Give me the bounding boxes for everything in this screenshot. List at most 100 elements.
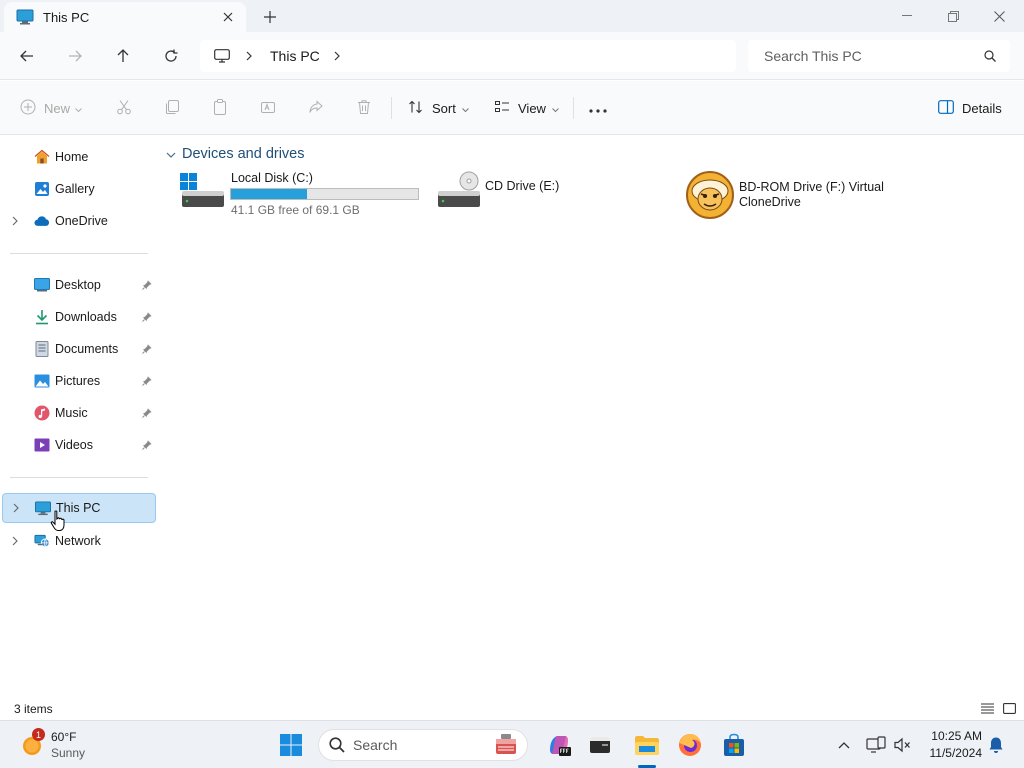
plus-circle-icon xyxy=(20,99,36,118)
sidebar-item-network[interactable]: Network xyxy=(2,526,156,556)
pin-icon[interactable] xyxy=(142,375,154,387)
chevron-right-icon[interactable] xyxy=(12,215,22,227)
cut-button[interactable] xyxy=(116,95,132,121)
local-disk-icon xyxy=(178,171,224,212)
back-button[interactable] xyxy=(13,44,41,68)
share-button[interactable] xyxy=(308,95,324,121)
sidebar-item-home[interactable]: Home xyxy=(2,142,156,172)
sidebar-item-videos[interactable]: Videos xyxy=(2,430,156,460)
more-options-button[interactable] xyxy=(589,95,607,121)
drive-cd-e[interactable]: CD Drive (E:) xyxy=(432,169,632,213)
clonedrive-sheep-icon xyxy=(684,169,736,224)
terminal-icon[interactable] xyxy=(586,731,614,759)
search-icon xyxy=(329,737,345,753)
drive-name-line2: CloneDrive xyxy=(739,195,801,209)
weather-condition[interactable]: Sunny xyxy=(51,746,85,760)
sidebar-item-music[interactable]: Music xyxy=(2,398,156,428)
start-button[interactable] xyxy=(277,731,305,759)
network-status-icon[interactable] xyxy=(866,735,886,755)
toolbar-divider xyxy=(391,97,392,119)
sidebar-item-desktop[interactable]: Desktop xyxy=(2,270,156,300)
close-window-button[interactable] xyxy=(976,0,1022,32)
navigation-pane: Home Gallery OneDrive Desktop Downloads xyxy=(0,136,160,696)
chevron-right-icon[interactable] xyxy=(334,51,344,61)
new-button[interactable]: New xyxy=(20,95,82,121)
chevron-right-icon[interactable] xyxy=(13,502,23,514)
search-input[interactable]: Search This PC xyxy=(764,48,984,64)
copy-button[interactable] xyxy=(164,95,180,121)
drive-name: Local Disk (C:) xyxy=(231,171,313,185)
pin-icon[interactable] xyxy=(142,439,154,451)
pin-icon[interactable] xyxy=(142,343,154,355)
chevron-down-icon[interactable] xyxy=(166,147,176,162)
view-label: View xyxy=(518,100,546,116)
copilot-icon[interactable] xyxy=(545,731,573,759)
group-title: Devices and drives xyxy=(182,146,305,162)
taskbar-search[interactable]: Search xyxy=(318,729,528,761)
search-icon xyxy=(984,48,1000,64)
details-view-icon[interactable] xyxy=(979,700,995,716)
home-icon xyxy=(34,149,50,165)
forward-button[interactable] xyxy=(61,44,89,68)
chevron-right-icon[interactable] xyxy=(12,535,22,547)
sidebar-item-label: Gallery xyxy=(55,182,95,196)
firefox-icon[interactable] xyxy=(676,731,704,759)
pin-icon[interactable] xyxy=(142,311,154,323)
tab-this-pc[interactable]: This PC xyxy=(4,2,246,32)
sidebar-item-label: Downloads xyxy=(55,310,117,324)
sidebar-item-pictures[interactable]: Pictures xyxy=(2,366,156,396)
drive-name-line1: BD-ROM Drive (F:) Virtual xyxy=(739,180,884,194)
sidebar-item-documents[interactable]: Documents xyxy=(2,334,156,364)
microsoft-store-icon[interactable] xyxy=(720,731,748,759)
sidebar-item-label: Documents xyxy=(55,342,119,356)
drive-usage-fill xyxy=(231,189,307,199)
drive-local-disk-c[interactable]: Local Disk (C:) 41.1 GB free of 69.1 GB xyxy=(176,169,426,221)
details-button[interactable]: Details xyxy=(938,95,1002,121)
sort-button[interactable]: Sort xyxy=(408,95,469,121)
sidebar-item-label: Pictures xyxy=(55,374,101,388)
sidebar-item-onedrive[interactable]: OneDrive xyxy=(2,206,156,236)
sidebar-item-this-pc[interactable]: This PC xyxy=(2,493,156,523)
scissors-icon xyxy=(116,99,132,118)
new-tab-button[interactable] xyxy=(258,5,282,29)
refresh-button[interactable] xyxy=(157,44,185,68)
details-pane-icon xyxy=(938,99,954,117)
address-bar[interactable]: This PC xyxy=(200,40,736,72)
maximize-button[interactable] xyxy=(930,0,976,32)
taskbar-search-label: Search xyxy=(353,737,398,753)
drive-free-space: 41.1 GB free of 69.1 GB xyxy=(231,203,360,217)
delete-button[interactable] xyxy=(356,95,372,121)
weather-temperature[interactable]: 60°F xyxy=(51,730,76,744)
clock-time[interactable]: 10:25 AM xyxy=(920,729,982,743)
documents-icon xyxy=(34,341,50,357)
drive-bd-rom-f[interactable]: BD-ROM Drive (F:) Virtual CloneDrive xyxy=(684,169,904,221)
tiles-view-icon[interactable] xyxy=(1001,700,1017,716)
sidebar-item-gallery[interactable]: Gallery xyxy=(2,174,156,204)
clock-date[interactable]: 11/5/2024 xyxy=(920,746,983,760)
view-icon xyxy=(494,99,510,118)
rename-icon xyxy=(260,99,276,118)
notification-bell-icon[interactable] xyxy=(986,735,1006,755)
taskbar: 1 60°F Sunny Search 10:25 AM 11/5/2024 xyxy=(0,720,1024,768)
sidebar-item-downloads[interactable]: Downloads xyxy=(2,302,156,332)
chevron-up-icon[interactable] xyxy=(834,735,854,755)
close-tab-icon[interactable] xyxy=(214,5,242,29)
sidebar-item-label: Network xyxy=(55,534,101,548)
sidebar-divider xyxy=(10,477,148,478)
paste-button[interactable] xyxy=(212,95,228,121)
breadcrumb-this-pc[interactable]: This PC xyxy=(270,48,320,64)
volume-muted-icon[interactable] xyxy=(892,735,912,755)
view-button[interactable]: View xyxy=(494,95,559,121)
hand-cursor-icon xyxy=(50,510,66,535)
rename-button[interactable] xyxy=(260,95,276,121)
drive-name: CD Drive (E:) xyxy=(485,179,560,193)
search-box[interactable]: Search This PC xyxy=(748,40,1010,72)
chevron-down-icon xyxy=(461,101,469,116)
devices-group-header[interactable]: Devices and drives xyxy=(166,145,305,163)
pin-icon[interactable] xyxy=(142,407,154,419)
minimize-button[interactable] xyxy=(884,0,930,32)
up-button[interactable] xyxy=(109,44,137,68)
pin-icon[interactable] xyxy=(142,279,154,291)
chevron-right-icon[interactable] xyxy=(246,51,256,61)
file-explorer-icon[interactable] xyxy=(633,731,661,759)
